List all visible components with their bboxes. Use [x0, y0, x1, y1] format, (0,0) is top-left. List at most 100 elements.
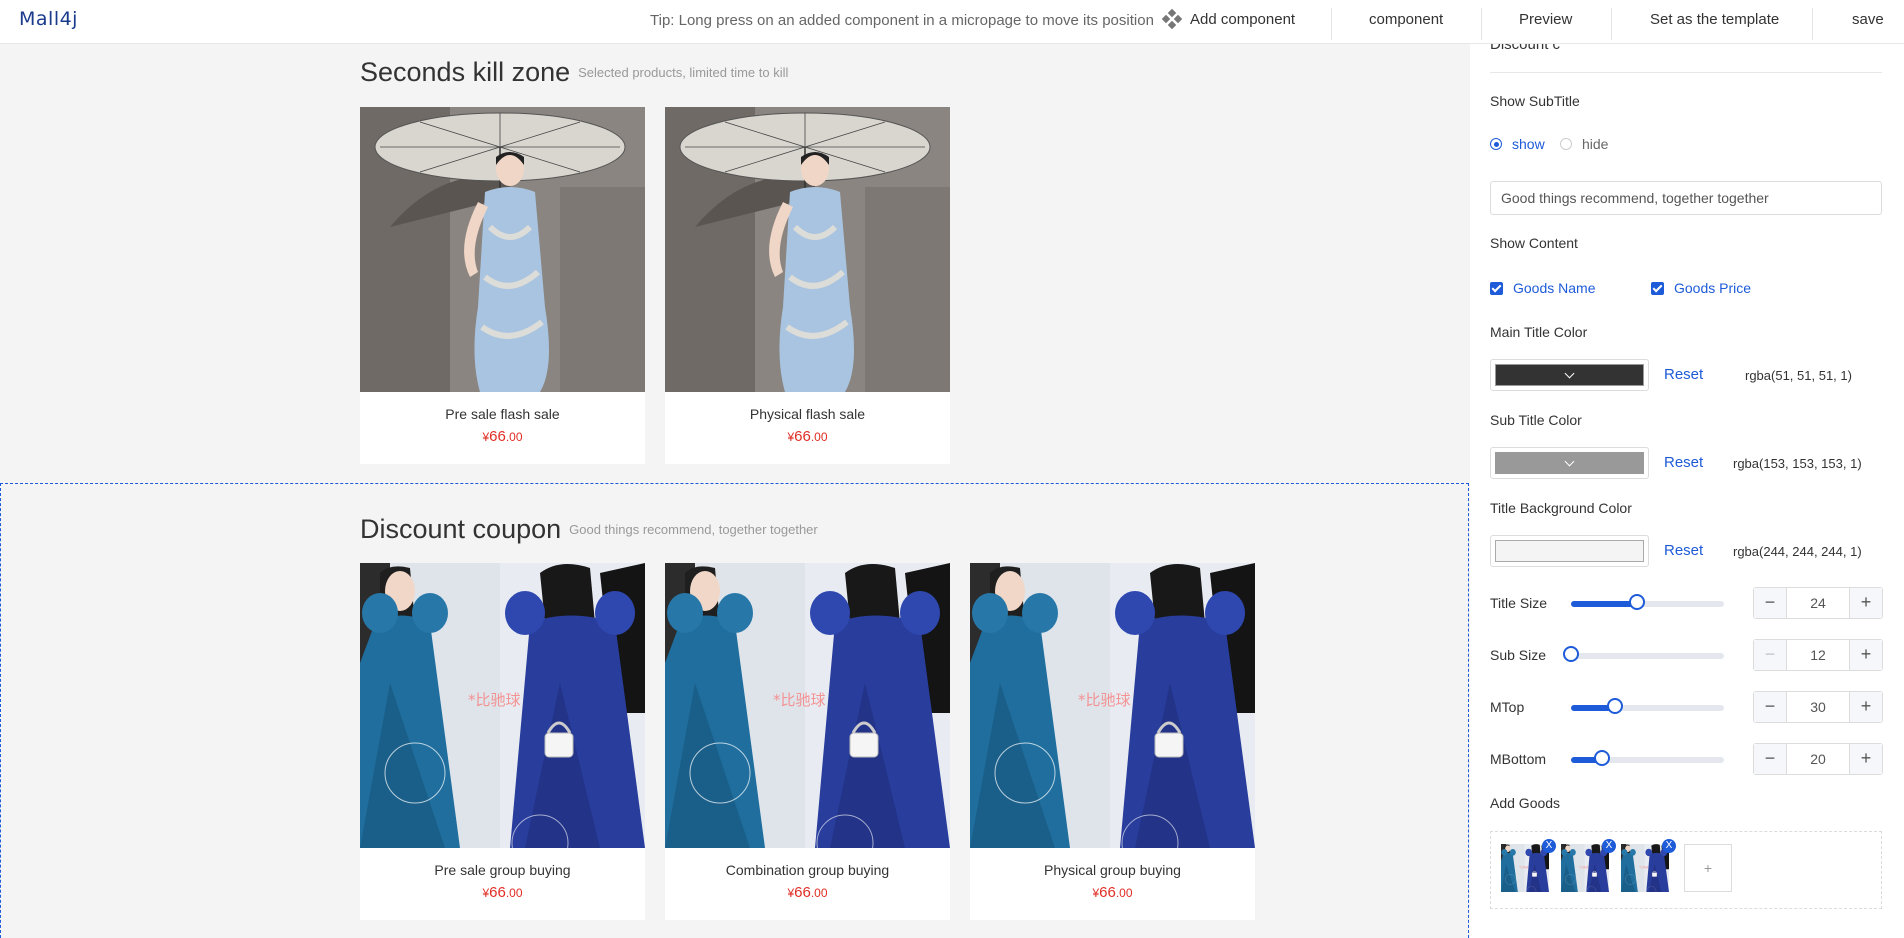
decrease-button[interactable]: − [1754, 640, 1786, 670]
slider-handle[interactable] [1607, 698, 1624, 714]
section-title: Discount coupon Good things recommend, to… [360, 514, 818, 544]
mbottom-stepper: −20 + [1753, 743, 1883, 775]
increase-button[interactable]: + [1850, 692, 1882, 722]
divider [1611, 8, 1612, 40]
product-card[interactable]: Physical flash sale ¥66.00 [665, 107, 950, 464]
slider-handle[interactable] [1628, 594, 1645, 610]
mbottom-slider[interactable] [1571, 750, 1724, 766]
title-bg-color-label: Title Background Color [1490, 500, 1632, 516]
tip-text: Tip: Long press on an added component in… [650, 12, 1154, 29]
add-component-label: Add component [1190, 11, 1296, 28]
stepper-value[interactable]: 24 [1786, 588, 1850, 618]
product-image [970, 563, 1255, 848]
title-bg-reset-button[interactable]: Reset [1664, 542, 1703, 559]
sub-size-slider[interactable] [1563, 646, 1724, 662]
sub-title-color-picker[interactable] [1490, 447, 1649, 479]
section-subtitle: Selected products, limited time to kill [578, 65, 789, 81]
sub-title-reset-button[interactable]: Reset [1664, 454, 1703, 471]
radio-show[interactable]: show [1490, 136, 1545, 152]
mtop-stepper: −30 + [1753, 691, 1883, 723]
increase-button[interactable]: + [1850, 588, 1882, 618]
sub-size-stepper: −12 + [1753, 639, 1883, 671]
product-name: Pre sale group buying [434, 862, 571, 878]
product-price: ¥66.00 [1092, 884, 1133, 901]
color-swatch [1495, 540, 1644, 562]
preview-button[interactable]: Preview [1519, 0, 1572, 44]
product-name: Pre sale flash sale [445, 406, 560, 422]
product-card[interactable]: Combination group buying ¥66.00 [665, 563, 950, 920]
divider [1331, 8, 1332, 40]
goods-price-checkbox[interactable]: Goods Price [1651, 280, 1751, 296]
component-button[interactable]: component [1369, 0, 1443, 44]
main-title-color-value: rgba(51, 51, 51, 1) [1745, 368, 1852, 383]
add-goods-area: X X X + [1490, 831, 1882, 909]
product-card[interactable]: Pre sale group buying ¥66.00 [360, 563, 645, 920]
panel-header: Discount c [1490, 44, 1561, 53]
main-title-color-picker[interactable] [1490, 359, 1649, 391]
sub-title-color-value: rgba(153, 153, 153, 1) [1733, 456, 1862, 471]
decrease-button[interactable]: − [1754, 744, 1786, 774]
checkbox-checked-icon [1490, 281, 1503, 295]
micropage-canvas: Seconds kill zone Selected products, limi… [0, 44, 1470, 938]
top-bar: Mall4j Tip: Long press on an added compo… [0, 0, 1904, 44]
title-bg-color-value: rgba(244, 244, 244, 1) [1733, 544, 1862, 559]
slider-fill [1571, 601, 1637, 607]
product-name: Combination group buying [725, 862, 890, 878]
product-image [360, 107, 645, 392]
set-template-button[interactable]: Set as the template [1650, 0, 1779, 44]
logo: Mall4j [19, 8, 78, 30]
add-goods-button[interactable]: + [1684, 844, 1732, 892]
slider-handle[interactable] [1563, 646, 1579, 662]
sub-title-color-label: Sub Title Color [1490, 412, 1582, 428]
mtop-label: MTop [1490, 699, 1525, 715]
title-bg-color-picker[interactable] [1490, 535, 1649, 567]
discount-coupon-section[interactable]: Discount coupon Good things recommend, to… [0, 484, 1470, 938]
goods-thumbnail [1561, 844, 1609, 892]
divider [1481, 8, 1482, 40]
radio-unchecked-icon [1560, 138, 1572, 150]
chevron-down-icon [1564, 456, 1575, 466]
settings-panel: Discount c Show SubTitle show hide Good … [1470, 44, 1904, 938]
product-price: ¥66.00 [787, 884, 828, 901]
stepper-value[interactable]: 12 [1786, 640, 1850, 670]
product-card[interactable]: Physical group buying ¥66.00 [970, 563, 1255, 920]
puzzle-icon [1162, 9, 1182, 30]
show-content-label: Show Content [1490, 235, 1578, 251]
color-swatch [1495, 452, 1644, 474]
product-price: ¥66.00 [787, 428, 828, 445]
stepper-value[interactable]: 20 [1786, 744, 1850, 774]
subtitle-input[interactable]: Good things recommend, together together [1490, 181, 1882, 215]
decrease-button[interactable]: − [1754, 588, 1786, 618]
goods-name-checkbox[interactable]: Goods Name [1490, 280, 1595, 296]
remove-goods-button[interactable]: X [1542, 839, 1556, 853]
product-name: Physical flash sale [749, 406, 866, 422]
product-image [665, 563, 950, 848]
seckill-section[interactable]: Seconds kill zone Selected products, limi… [0, 44, 1470, 484]
title-size-slider[interactable] [1571, 594, 1724, 610]
sub-size-label: Sub Size [1490, 647, 1547, 663]
product-image [360, 563, 645, 848]
save-button[interactable]: save [1852, 0, 1884, 44]
goods-thumbnail [1501, 844, 1549, 892]
decrease-button[interactable]: − [1754, 692, 1786, 722]
mbottom-label: MBottom [1490, 751, 1547, 767]
title-size-label: Title Size [1490, 595, 1548, 611]
radio-hide[interactable]: hide [1560, 136, 1608, 152]
title-size-stepper: −24 + [1753, 587, 1883, 619]
main-title-reset-button[interactable]: Reset [1664, 366, 1703, 383]
mtop-slider[interactable] [1571, 698, 1724, 714]
divider [1490, 72, 1882, 73]
add-component-button[interactable]: Add component [1162, 0, 1295, 44]
color-swatch [1495, 364, 1644, 386]
product-image [665, 107, 950, 392]
product-card[interactable]: Pre sale flash sale ¥66.00 [360, 107, 645, 464]
remove-goods-button[interactable]: X [1602, 839, 1616, 853]
add-goods-label: Add Goods [1490, 795, 1561, 811]
stepper-value[interactable]: 30 [1786, 692, 1850, 722]
show-subtitle-label: Show SubTitle [1490, 93, 1580, 109]
slider-handle[interactable] [1593, 750, 1610, 766]
product-price: ¥66.00 [482, 428, 523, 445]
remove-goods-button[interactable]: X [1662, 839, 1676, 853]
increase-button[interactable]: + [1850, 744, 1882, 774]
increase-button[interactable]: + [1850, 640, 1882, 670]
